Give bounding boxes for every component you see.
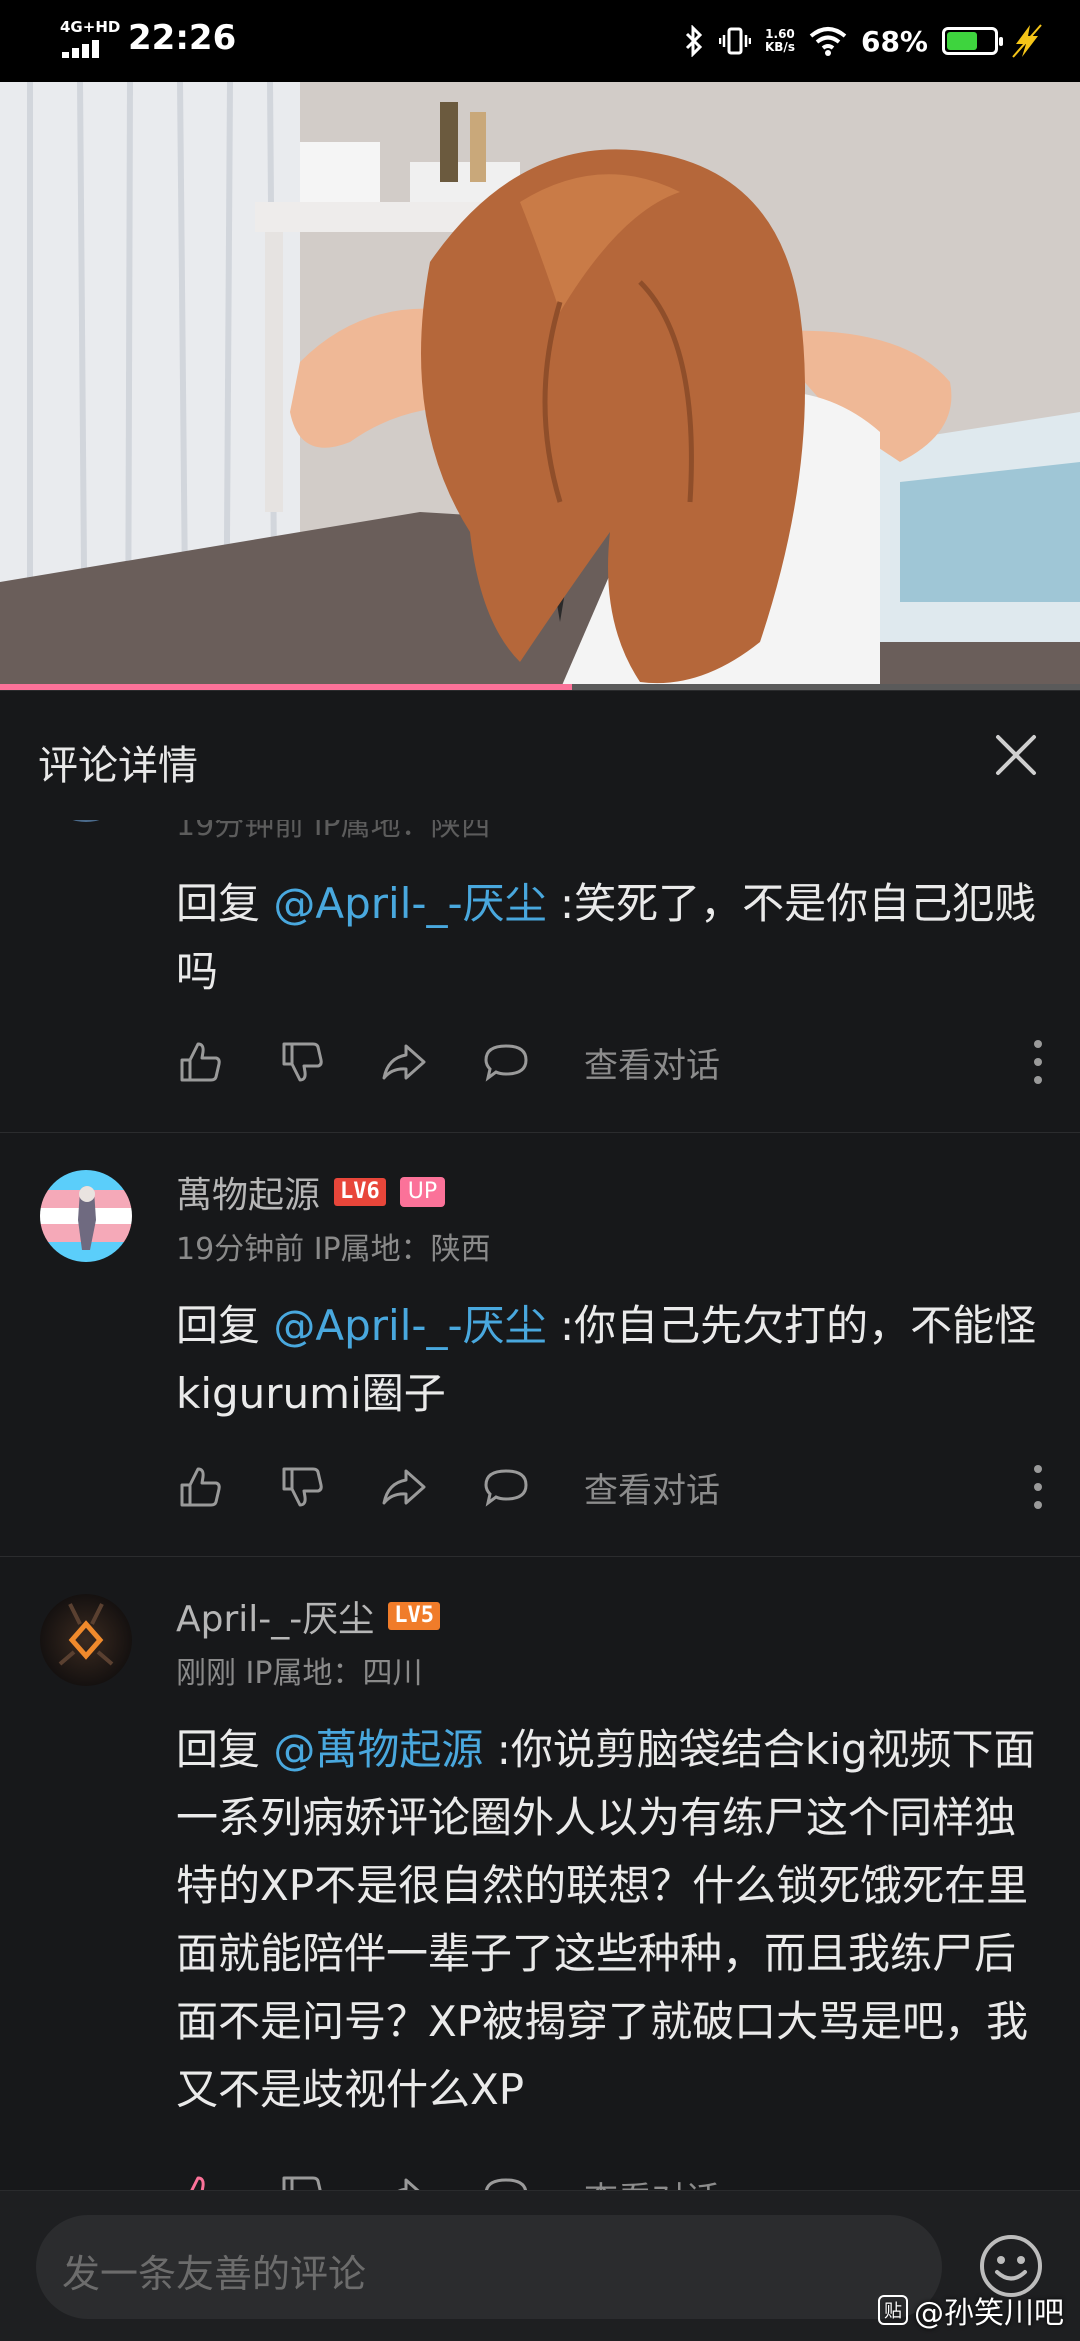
battery-level	[947, 32, 977, 50]
comment-meta: 19分钟前 IP属地：陕西	[176, 1232, 491, 1267]
watermark-logo: 贴	[878, 2295, 908, 2325]
view-conversation-button[interactable]: 查看对话	[584, 2172, 720, 2191]
level-badge: LV5	[388, 1602, 441, 1630]
thumb-up-icon[interactable]	[176, 2172, 224, 2190]
thumb-down-icon[interactable]	[278, 1463, 326, 1511]
watermark-text: @孙笑川吧	[914, 2296, 1064, 2331]
username[interactable]: April-_-厌尘	[176, 1590, 374, 1642]
comment-item: 萬物起源 LV6 UP 19分钟前 IP属地：陕西 回复 @April-_-厌尘…	[0, 1132, 1080, 1557]
signal-icon	[62, 40, 99, 58]
share-icon[interactable]	[380, 1463, 428, 1511]
vibrate-icon	[718, 27, 751, 55]
username[interactable]: 萬物起源	[176, 1166, 320, 1218]
comment-bubble-icon[interactable]	[482, 2172, 530, 2190]
comment-bubble-icon[interactable]	[482, 1463, 530, 1511]
watermark: 贴 @孙笑川吧	[878, 2288, 1064, 2332]
comment-list[interactable]: 19分钟前 IP属地：陕西 回复 @April-_-厌尘 :笑死了，不是你自己犯…	[0, 820, 1080, 2190]
comment-bubble-icon[interactable]	[482, 1038, 530, 1086]
mention-link[interactable]: @萬物起源	[273, 1725, 483, 1774]
network-type: 4G+HD	[60, 18, 121, 36]
comment-actions: 查看对话	[176, 2166, 1046, 2190]
comment-meta: 刚刚 IP属地：四川	[176, 1656, 423, 1691]
comment-input-placeholder: 发一条友善的评论	[62, 2252, 367, 2296]
comment-actions: 查看对话	[176, 1457, 1046, 1517]
comment-item: April-_-厌尘 LV5 刚刚 IP属地：四川 回复 @萬物起源 :你说剪脑…	[0, 1556, 1080, 2190]
comment-item: 19分钟前 IP属地：陕西 回复 @April-_-厌尘 :笑死了，不是你自己犯…	[0, 820, 1080, 1133]
network-speed: 1.60 KB/s	[764, 27, 795, 54]
up-badge: UP	[399, 1177, 446, 1207]
avatar[interactable]	[40, 1170, 132, 1262]
wifi-icon	[809, 27, 847, 56]
thumb-up-icon[interactable]	[176, 1463, 224, 1511]
video-frame	[0, 82, 1080, 690]
comment-body: 回复 @萬物起源 :你说剪脑袋结合kig视频下面一系列病娇评论圈外人以为有练尸这…	[176, 1725, 1036, 2114]
panel-title: 评论详情	[38, 743, 198, 789]
comment-body: 回复 @April-_-厌尘 :你自己先欠打的，不能怪kigurumi圈子	[176, 1301, 1037, 1418]
thumb-up-icon[interactable]	[176, 1038, 224, 1086]
close-icon[interactable]	[990, 729, 1042, 781]
view-conversation-button[interactable]: 查看对话	[584, 1038, 720, 1087]
comment-username-row: 萬物起源 LV6 UP	[176, 1166, 446, 1218]
view-conversation-button[interactable]: 查看对话	[584, 1463, 720, 1512]
share-icon[interactable]	[380, 1038, 428, 1086]
comment-meta: 19分钟前 IP属地：陕西	[176, 820, 491, 843]
battery-icon	[942, 27, 1003, 55]
avatar[interactable]	[40, 820, 132, 822]
mention-link[interactable]: @April-_-厌尘	[273, 1301, 546, 1350]
comment-actions: 查看对话	[176, 1032, 1046, 1092]
more-vertical-icon[interactable]	[1032, 1463, 1044, 1511]
battery-percent: 68%	[860, 24, 928, 58]
bluetooth-icon	[685, 25, 703, 57]
video-player[interactable]	[0, 82, 1080, 690]
level-badge: LV6	[334, 1178, 386, 1206]
comment-input[interactable]: 发一条友善的评论	[36, 2215, 942, 2319]
clock: 22:26	[128, 18, 237, 58]
avatar[interactable]	[40, 1594, 132, 1686]
mention-link[interactable]: @April-_-厌尘	[273, 879, 546, 928]
comment-panel-header: 评论详情	[0, 690, 1080, 821]
thumb-down-icon[interactable]	[278, 1038, 326, 1086]
status-icons: 1.60 KB/s 68%	[683, 18, 1042, 64]
status-bar: 4G+HD 22:26 1.60 KB/s 68%	[0, 0, 1080, 82]
share-icon[interactable]	[380, 2172, 428, 2190]
comment-username-row: April-_-厌尘 LV5	[176, 1590, 441, 1642]
thumb-down-icon[interactable]	[278, 2172, 326, 2190]
charging-bolt-icon	[1012, 24, 1042, 58]
more-vertical-icon[interactable]	[1032, 1038, 1044, 1086]
comment-body: 回复 @April-_-厌尘 :笑死了，不是你自己犯贱吗	[176, 879, 1037, 996]
